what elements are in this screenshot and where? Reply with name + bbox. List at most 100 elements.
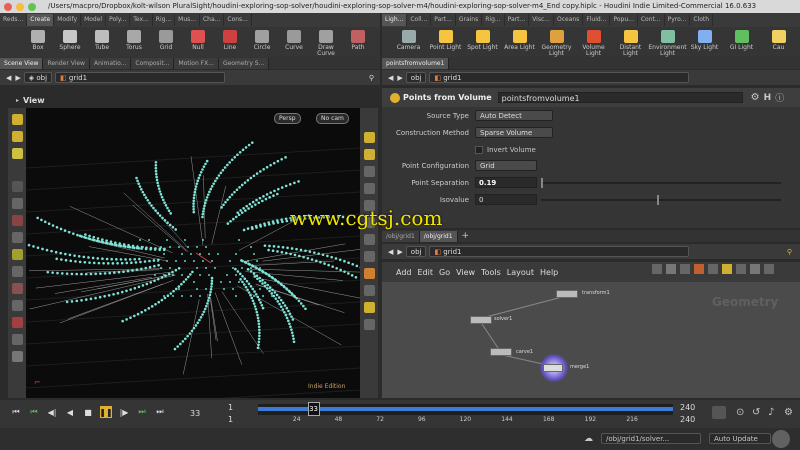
node-name-field[interactable]: pointsfromvolume1 (497, 92, 743, 103)
path-context[interactable]: ◈ obj (23, 72, 53, 83)
select-tool-icon[interactable] (11, 114, 23, 125)
snap-tool-icon[interactable] (11, 148, 23, 159)
shelf-tab[interactable]: Cont... (638, 14, 665, 26)
checkbox[interactable] (475, 145, 483, 154)
arrow-tool-icon[interactable] (11, 181, 23, 192)
minimize-window-button[interactable] (16, 2, 24, 11)
lighting-icon[interactable] (363, 234, 375, 245)
pin-icon[interactable]: ⚲ (369, 74, 374, 82)
pane-tab[interactable]: Motion FX... (174, 57, 219, 69)
pose-tool-icon[interactable] (11, 249, 23, 260)
grid-snap-icon[interactable] (708, 264, 718, 274)
rotate-tool-icon[interactable] (11, 215, 23, 226)
pin-icon[interactable]: ⚲ (787, 248, 792, 256)
step-back-key-icon[interactable]: ⏮ (28, 406, 40, 418)
step-forward-key-icon[interactable]: ⏭ (136, 406, 148, 418)
shelf-tab[interactable]: Cloth (690, 14, 714, 26)
shelf-tab[interactable]: Poly... (106, 14, 131, 26)
audio-icon[interactable]: ♪ (768, 407, 774, 418)
slider-handle[interactable] (541, 177, 543, 188)
play-reverse-icon[interactable]: ◀ (64, 406, 76, 418)
back-icon[interactable]: ◀ (388, 248, 393, 256)
menu-view[interactable]: View (456, 268, 475, 277)
brush-tool-icon[interactable] (11, 300, 23, 311)
shelf-tool-grid[interactable]: Grid (150, 27, 182, 51)
shelf-tab[interactable]: Part... (505, 14, 530, 26)
shelf-tab[interactable]: Mus... (175, 14, 200, 26)
shelf-tool-sphere[interactable]: Sphere (54, 27, 86, 51)
start-frame-field[interactable]: 1 (228, 403, 233, 412)
network-tab[interactable]: /obj/grid1 (382, 230, 420, 242)
shelf-tool-circle[interactable]: Circle (246, 27, 278, 51)
forward-icon[interactable]: ▶ (397, 74, 402, 82)
help-icon[interactable]: H (764, 93, 772, 103)
pane-tab[interactable]: Animatio... (89, 57, 132, 69)
shelf-tool-tube[interactable]: Tube (86, 27, 118, 51)
shelf-tab[interactable]: Tex... (130, 14, 153, 26)
shelf-tool-spot-light[interactable]: Spot Light (464, 27, 501, 51)
snapshot-icon[interactable] (363, 268, 375, 279)
shelf-tool-geometry-light[interactable]: Geometry Light (538, 27, 575, 57)
shelf-tab[interactable]: Fluid... (583, 14, 611, 26)
wireframe-icon[interactable] (363, 166, 375, 177)
network-box-icon[interactable] (736, 264, 746, 274)
note-icon[interactable] (722, 264, 732, 274)
end-frame-field-2[interactable]: 240 (680, 415, 695, 424)
param-path-node[interactable]: ◧ grid1 (429, 72, 690, 83)
jump-start-icon[interactable]: ⏮ (10, 406, 22, 418)
close-window-button[interactable] (4, 2, 12, 11)
param-slider[interactable] (541, 177, 781, 188)
paint-tool-icon[interactable] (11, 283, 23, 294)
add-tab-icon[interactable]: + (462, 231, 470, 241)
timeline-scrubber[interactable]: 33 (258, 402, 673, 416)
step-back-icon[interactable]: ◀| (46, 406, 58, 418)
shelf-tab[interactable]: Pyro... (665, 14, 691, 26)
play-overlay-icon[interactable] (772, 430, 790, 448)
back-icon[interactable]: ◀ (388, 74, 393, 82)
shelf-tab[interactable]: Model (81, 14, 107, 26)
node-merge1[interactable] (543, 364, 563, 372)
slider-handle[interactable] (657, 194, 659, 205)
pane-tab[interactable]: pointsfromvolume1 (382, 57, 450, 69)
current-frame-field[interactable]: 33 (190, 409, 200, 418)
shelf-tool-point-light[interactable]: Point Light (427, 27, 464, 51)
shelf-tab[interactable]: Rig... (153, 14, 176, 26)
display-options-icon[interactable] (363, 132, 375, 143)
shelf-tool-gi-light[interactable]: GI Light (723, 27, 760, 51)
expand-icon[interactable] (764, 264, 774, 274)
param-slider[interactable] (541, 194, 781, 205)
shelf-tab[interactable]: Modify (54, 14, 82, 26)
menu-go[interactable]: Go (439, 268, 450, 277)
loop-icon[interactable]: ↺ (752, 407, 760, 418)
settings-icon[interactable]: ⚙ (784, 407, 793, 418)
forward-icon[interactable]: ▶ (15, 74, 20, 82)
node-carve1[interactable] (490, 348, 512, 356)
gear-icon[interactable]: ⚙ (751, 92, 760, 103)
realtime-icon[interactable]: ⊙ (736, 407, 744, 418)
camera-menu[interactable]: No cam (316, 113, 349, 124)
scale-tool-icon[interactable] (11, 232, 23, 243)
shelf-tool-null[interactable]: Null (182, 27, 214, 51)
background-icon[interactable] (363, 251, 375, 262)
menu-add[interactable]: Add (396, 268, 412, 277)
shelf-tab[interactable]: Create (27, 14, 55, 26)
pane-tab[interactable]: Render View (43, 57, 90, 69)
network-path-node[interactable]: ◧ grid1 (429, 246, 690, 257)
shelf-tool-cau[interactable]: Cau (760, 27, 797, 51)
shelf-tab[interactable]: Popu... (610, 14, 638, 26)
persp-menu[interactable]: Persp (274, 113, 301, 124)
info-icon[interactable]: ⓘ (775, 91, 784, 104)
forward-icon[interactable]: ▶ (397, 248, 402, 256)
magnet-tool-icon[interactable] (11, 317, 23, 328)
pause-icon[interactable]: ❚❚ (99, 406, 113, 418)
move-tool-icon[interactable] (11, 198, 23, 209)
network-path-context[interactable]: obj (405, 246, 427, 257)
network-editor[interactable]: Geometry transform1 solver1 carve1 merge… (382, 282, 800, 398)
param-menu[interactable]: Auto Detect (475, 110, 553, 121)
network-tab[interactable]: /obj/grid1 (419, 230, 458, 242)
zoom-window-button[interactable] (28, 2, 36, 11)
shelf-tool-draw-curve[interactable]: Draw Curve (310, 27, 342, 57)
end-frame-field[interactable]: 240 (680, 403, 695, 412)
status-path[interactable]: /obj/grid1/solver... (601, 433, 701, 444)
orient-tool-icon[interactable] (11, 334, 23, 345)
